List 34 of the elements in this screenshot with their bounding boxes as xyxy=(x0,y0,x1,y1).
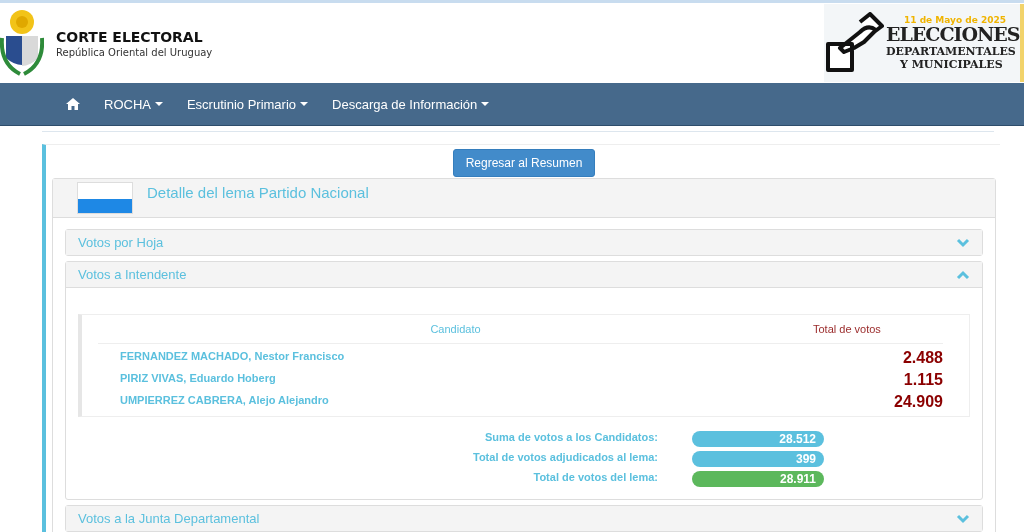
back-button[interactable]: Regresar al Resumen xyxy=(452,149,596,177)
nav-menu-item[interactable]: ROCHA xyxy=(104,96,163,112)
site-title: CORTE ELECTORAL xyxy=(56,28,204,45)
column-header: Total de votos xyxy=(813,323,882,335)
flag-icon xyxy=(77,182,133,214)
vote-count: 2.488 xyxy=(901,349,943,367)
banner-subheading: DEPARTAMENTALES xyxy=(886,46,1016,57)
site-subtitle: República Oriental del Uruguay xyxy=(56,46,213,58)
caret-icon[interactable] xyxy=(154,102,163,106)
candidate-name: UMPIERREZ CABRERA, Alejo Alejandro xyxy=(119,394,330,406)
nav-menu-item[interactable]: Escrutinio Primario xyxy=(186,96,309,112)
vote-count: 24.909 xyxy=(893,393,943,411)
candidate-name: FERNANDEZ MACHADO, Nestor Francisco xyxy=(119,350,346,362)
accordion-header[interactable]: Votos a Intendente xyxy=(66,262,982,287)
summary-value: 28.512 xyxy=(692,431,824,447)
election-date: 11 de Mayo de 2025 xyxy=(904,16,1006,25)
summary-value: 399 xyxy=(692,451,824,467)
panel-title: Detalle del lema Partido Nacional xyxy=(147,184,369,201)
coat-of-arms-icon xyxy=(0,8,44,78)
summary-label: Total de votos adjudicados al lema: xyxy=(472,451,658,465)
summary-label: Suma de votos a los Candidatos: xyxy=(484,431,658,445)
summary-value: 28.911 xyxy=(692,471,824,487)
vote-count: 1.115 xyxy=(902,371,943,389)
banner-heading: ELECCIONES xyxy=(886,25,1020,44)
caret-icon[interactable] xyxy=(481,102,490,106)
nav-menu-item[interactable]: Descarga de Información xyxy=(332,96,490,112)
accordion-header[interactable]: Votos a la Junta Departamental xyxy=(66,506,982,531)
caret-icon[interactable] xyxy=(300,102,309,106)
home-icon[interactable] xyxy=(66,98,80,110)
accordion-header[interactable]: Votos por Hoja xyxy=(66,230,982,255)
summary-label: Total de votos del lema: xyxy=(532,471,658,485)
candidate-name: PIRIZ VIVAS, Eduardo Hoberg xyxy=(119,372,277,384)
column-header: Candidato xyxy=(429,323,482,335)
banner-subheading: Y MUNICIPALES xyxy=(900,59,1003,70)
